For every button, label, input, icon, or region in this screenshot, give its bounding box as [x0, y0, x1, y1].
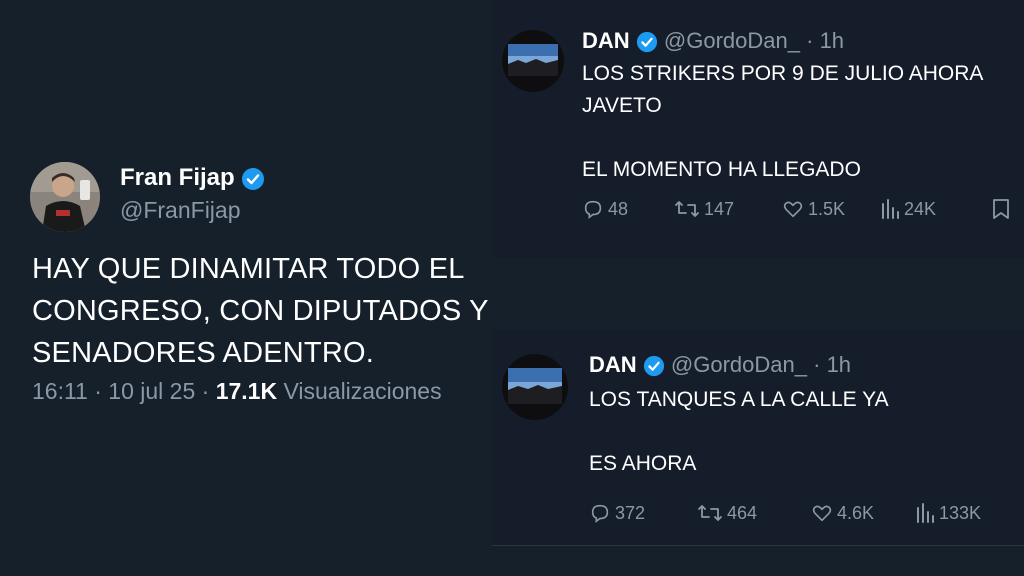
dan-tweet-2-text: LOS TANQUES A LA CALLE YA ES AHORA: [589, 388, 889, 475]
views-label: Visualizaciones: [277, 378, 442, 404]
dan-tweet-2-actions: 372 464 4.6K 133K: [589, 502, 1009, 526]
tweet-age[interactable]: · 1h: [806, 28, 844, 53]
views-count: 17.1K: [215, 378, 278, 404]
fran-avatar[interactable]: [30, 162, 100, 232]
retweet-icon: [675, 201, 699, 217]
views-chart-icon: [882, 199, 899, 219]
retweet-button[interactable]: 147: [674, 198, 734, 220]
reply-button[interactable]: 48: [582, 198, 628, 220]
fran-name[interactable]: Fran Fijap: [120, 164, 265, 192]
dan-tweet-1: DAN @GordoDan_ · 1h LOS STRIKERS POR 9 D…: [492, 0, 1024, 258]
heart-icon: [812, 505, 832, 522]
dan-tweet-1-text: LOS STRIKERS POR 9 DE JULIO AHORA JAVETO…: [582, 62, 984, 181]
dan-handle[interactable]: @GordoDan_: [671, 352, 807, 377]
views-button[interactable]: 24K: [880, 198, 936, 220]
dan-tweet-2: DAN @GordoDan_ · 1h LOS TANQUES A LA CAL…: [492, 330, 1024, 546]
fran-tweet-text: HAY QUE DINAMITAR TODO EL CONGRESO, CON …: [32, 253, 489, 369]
bookmark-icon: [993, 199, 1009, 219]
retweet-icon: [698, 505, 722, 521]
reply-button[interactable]: 372: [589, 502, 645, 524]
views-chart-icon: [917, 503, 934, 523]
dan-avatar[interactable]: [502, 30, 564, 92]
fran-handle[interactable]: @FranFijap: [120, 197, 241, 224]
verified-badge-icon: [643, 356, 664, 377]
dan-name[interactable]: DAN @GordoDan_ · 1h: [582, 28, 844, 54]
retweet-button[interactable]: 464: [697, 502, 757, 524]
dan-tweet-1-actions: 48 147 1.5K 24K: [582, 198, 1012, 222]
fran-tweet: Fran Fijap @FranFijap HAY QUE DINAMITAR …: [0, 0, 512, 576]
bookmark-button[interactable]: [992, 198, 1010, 220]
tweet-timestamp[interactable]: 16:11 · 10 jul 25 ·: [32, 378, 216, 404]
dan-name[interactable]: DAN @GordoDan_ · 1h: [589, 352, 851, 378]
dan-avatar[interactable]: [502, 354, 568, 420]
like-button[interactable]: 4.6K: [811, 502, 874, 524]
dan-handle[interactable]: @GordoDan_: [664, 28, 800, 53]
verified-badge-icon: [242, 167, 265, 190]
tweet-age[interactable]: · 1h: [813, 352, 851, 377]
reply-icon: [584, 200, 602, 219]
views-button[interactable]: 133K: [915, 502, 981, 524]
fran-tweet-meta: 16:11 · 10 jul 25 · 17.1K Visualizacione…: [32, 378, 442, 405]
reply-icon: [591, 504, 609, 523]
like-button[interactable]: 1.5K: [782, 198, 845, 220]
heart-icon: [783, 201, 803, 218]
verified-badge-icon: [636, 32, 657, 53]
